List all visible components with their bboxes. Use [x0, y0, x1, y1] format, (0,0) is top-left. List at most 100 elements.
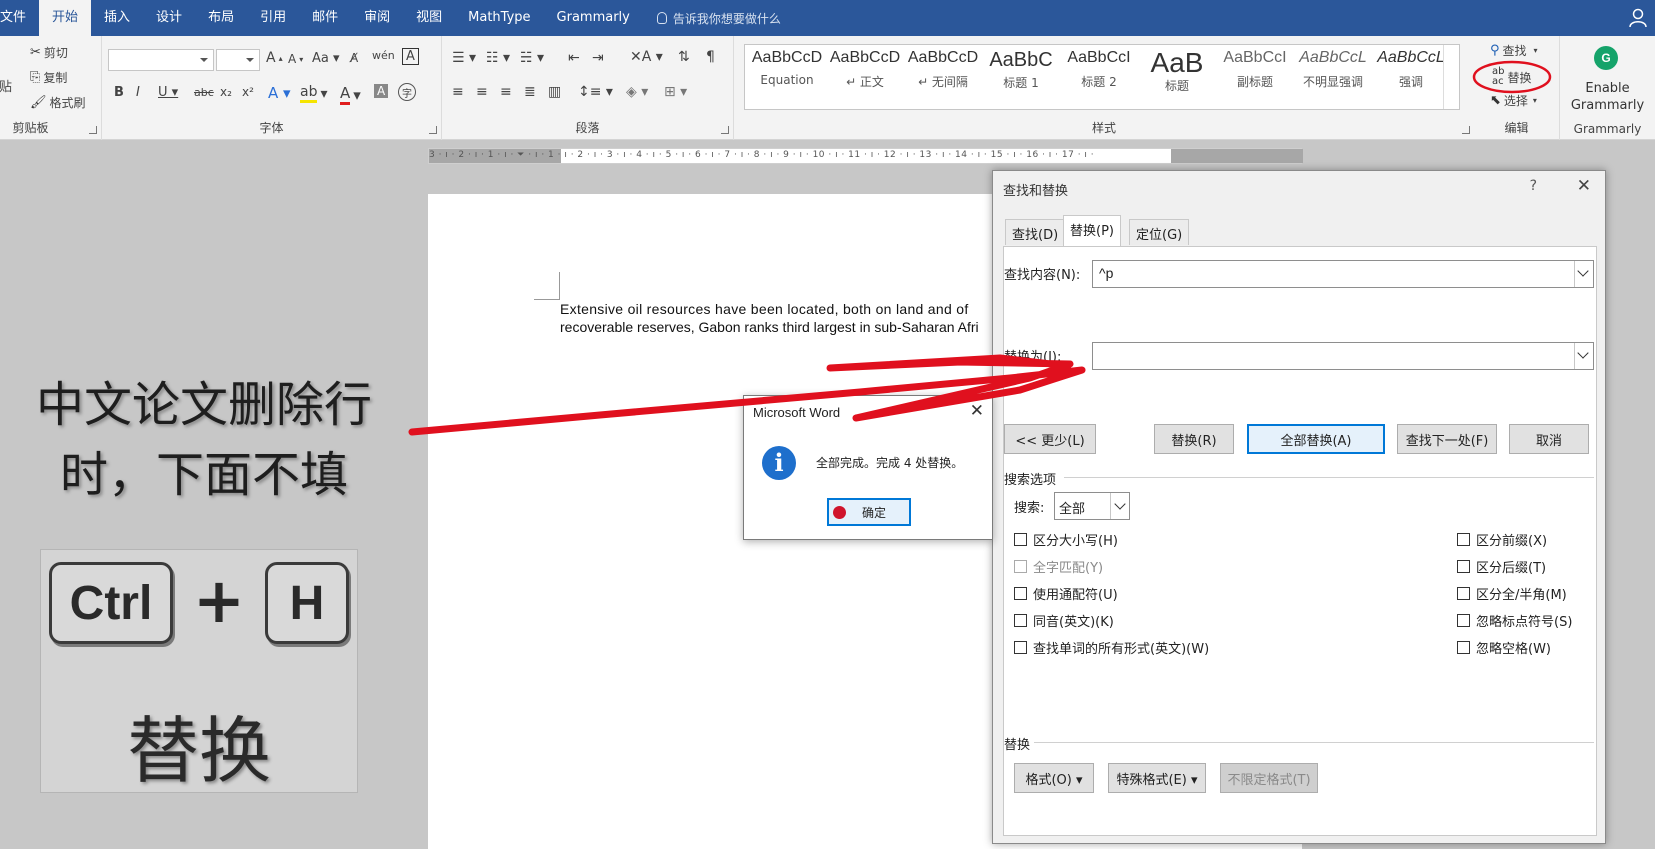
- char-shading-button[interactable]: A: [374, 84, 389, 98]
- tab-references[interactable]: 引用: [247, 0, 299, 36]
- tab-view[interactable]: 视图: [403, 0, 455, 36]
- tab-layout[interactable]: 布局: [195, 0, 247, 36]
- align-left-button[interactable]: ≡: [452, 84, 464, 100]
- styles-scrollbar[interactable]: [1443, 45, 1459, 109]
- shrink-font-button[interactable]: A ▾: [288, 52, 303, 66]
- style-subtitle[interactable]: AaBbCcI 副标题: [1217, 49, 1293, 105]
- increase-indent-button[interactable]: ⇥: [592, 50, 604, 66]
- tab-grammarly[interactable]: Grammarly: [544, 0, 643, 36]
- numbering-button[interactable]: ☷ ▾: [486, 50, 510, 66]
- underline-button[interactable]: U ▾: [158, 85, 178, 100]
- style-title[interactable]: AaB 标题: [1139, 49, 1215, 105]
- format-painter-button[interactable]: 🖌 格式刷: [30, 94, 86, 111]
- wildcards-checkbox[interactable]: 使用通配符(U): [1014, 584, 1118, 603]
- tab-goto[interactable]: 定位(G): [1129, 219, 1190, 245]
- match-case-checkbox[interactable]: 区分大小写(H): [1014, 530, 1118, 549]
- paste-button[interactable]: 粘贴: [0, 76, 12, 95]
- borders-button[interactable]: ⊞ ▾: [664, 84, 687, 100]
- sounds-like-checkbox[interactable]: 同音(英文)(K): [1014, 611, 1114, 630]
- style-emphasis[interactable]: AaBbCcL 强调: [1373, 49, 1449, 105]
- whole-word-checkbox[interactable]: 全字匹配(Y): [1014, 557, 1103, 576]
- phonetic-guide-icon[interactable]: wén: [372, 49, 395, 62]
- change-case-button[interactable]: Aa ▾: [312, 51, 340, 66]
- tab-review[interactable]: 审阅: [351, 0, 403, 36]
- align-center-button[interactable]: ≡: [476, 84, 488, 100]
- cut-button[interactable]: ✂ 剪切: [30, 44, 68, 61]
- dialog-launcher-icon[interactable]: [89, 126, 97, 134]
- dialog-launcher-icon[interactable]: [721, 126, 729, 134]
- font-size-combo[interactable]: [216, 49, 260, 71]
- ok-button[interactable]: 确定: [827, 498, 911, 526]
- subscript-button[interactable]: x₂: [220, 85, 232, 99]
- less-button[interactable]: << 更少(L): [1004, 424, 1096, 454]
- document-body[interactable]: Extensive oil resources have been locate…: [560, 300, 996, 336]
- ignore-punct-checkbox[interactable]: 忽略标点符号(S): [1457, 611, 1572, 630]
- replace-button[interactable]: 替换(R): [1154, 424, 1234, 454]
- replace-button[interactable]: ab ac 替换: [1492, 67, 1532, 87]
- italic-button[interactable]: I: [136, 85, 140, 100]
- tab-replace[interactable]: 替换(P): [1063, 215, 1121, 247]
- highlight-button[interactable]: ab ▾: [300, 84, 328, 103]
- tab-file[interactable]: 文件: [0, 0, 39, 36]
- show-marks-button[interactable]: ¶: [706, 49, 715, 65]
- dialog-launcher-icon[interactable]: [429, 126, 437, 134]
- char-border-icon[interactable]: A: [402, 48, 419, 65]
- bold-button[interactable]: B: [114, 85, 124, 100]
- copy-button[interactable]: ⎘ 复制: [30, 69, 67, 86]
- find-next-button[interactable]: 查找下一处(F): [1397, 424, 1497, 454]
- menu-bar: 文件 开始 插入 设计 布局 引用 邮件 审阅 视图 MathType Gram…: [0, 0, 1655, 36]
- cancel-button[interactable]: 取消: [1509, 424, 1589, 454]
- grammarly-logo-icon[interactable]: G: [1594, 46, 1618, 70]
- help-icon[interactable]: ?: [1530, 178, 1537, 194]
- tab-insert[interactable]: 插入: [91, 0, 143, 36]
- shading-button[interactable]: ◈ ▾: [626, 84, 648, 100]
- chinese-layout-button[interactable]: ✕A ▾: [630, 49, 663, 65]
- style-heading-1[interactable]: AaBbC 标题 1: [983, 49, 1059, 105]
- font-name-combo[interactable]: [108, 49, 214, 71]
- tell-me-box[interactable]: 告诉我你想要做什么: [656, 10, 781, 27]
- tab-home[interactable]: 开始: [39, 0, 92, 36]
- dialog-launcher-icon[interactable]: [1462, 126, 1470, 134]
- multilevel-list-button[interactable]: ☵ ▾: [520, 50, 544, 66]
- enclose-char-button[interactable]: 字: [398, 83, 416, 101]
- close-icon[interactable]: ✕: [970, 401, 984, 421]
- close-icon[interactable]: ✕: [1577, 176, 1591, 196]
- clear-format-icon[interactable]: A̸: [350, 51, 358, 65]
- format-button[interactable]: 格式(O) ▾: [1014, 763, 1094, 793]
- special-button[interactable]: 特殊格式(E) ▾: [1108, 763, 1206, 793]
- distributed-button[interactable]: ▥: [548, 84, 561, 100]
- find-button[interactable]: ⚲ 查找 ▾: [1490, 42, 1538, 59]
- tab-mailings[interactable]: 邮件: [299, 0, 351, 36]
- align-right-button[interactable]: ≡: [500, 84, 512, 100]
- style-no-spacing[interactable]: AaBbCcD ↵ 无间隔: [905, 49, 981, 105]
- find-input[interactable]: ^p: [1092, 260, 1594, 288]
- line-spacing-button[interactable]: ↕≡ ▾: [578, 84, 613, 100]
- style-equation[interactable]: AaBbCcD Equation: [749, 49, 825, 105]
- font-color-button[interactable]: A ▾: [340, 84, 361, 105]
- replace-input[interactable]: [1092, 342, 1594, 370]
- style-heading-2[interactable]: AaBbCcI 标题 2: [1061, 49, 1137, 105]
- user-icon[interactable]: [1629, 8, 1647, 28]
- match-suffix-checkbox[interactable]: 区分后缀(T): [1457, 557, 1546, 576]
- enable-grammarly-button[interactable]: Enable Grammarly: [1560, 80, 1655, 114]
- replace-all-button[interactable]: 全部替换(A): [1247, 424, 1385, 454]
- word-forms-checkbox[interactable]: 查找单词的所有形式(英文)(W): [1014, 638, 1209, 657]
- tab-design[interactable]: 设计: [143, 0, 195, 36]
- text-effects-button[interactable]: A ▾: [268, 84, 291, 102]
- match-prefix-checkbox[interactable]: 区分前缀(X): [1457, 530, 1547, 549]
- style-subtle-emphasis[interactable]: AaBbCcL 不明显强调: [1295, 49, 1371, 105]
- width-checkbox[interactable]: 区分全/半角(M): [1457, 584, 1567, 603]
- justify-button[interactable]: ≣: [524, 84, 536, 100]
- style-normal[interactable]: AaBbCcD ↵ 正文: [827, 49, 903, 105]
- superscript-button[interactable]: x²: [242, 85, 254, 99]
- ignore-space-checkbox[interactable]: 忽略空格(W): [1457, 638, 1551, 657]
- select-button[interactable]: ⬉ 选择 ▾: [1490, 92, 1537, 109]
- bullets-button[interactable]: ☰ ▾: [452, 50, 476, 66]
- grow-font-button[interactable]: A ▴: [266, 50, 283, 66]
- tab-find[interactable]: 查找(D): [1005, 219, 1066, 245]
- tab-mathtype[interactable]: MathType: [455, 0, 543, 36]
- strikethrough-button[interactable]: abc: [194, 86, 214, 99]
- decrease-indent-button[interactable]: ⇤: [568, 50, 580, 66]
- sort-button[interactable]: ⇅: [678, 49, 690, 65]
- horizontal-ruler[interactable]: 3 · ı · 2 · ı · 1 · ı · ⏷ · ı · 1 · ı · …: [428, 148, 1303, 164]
